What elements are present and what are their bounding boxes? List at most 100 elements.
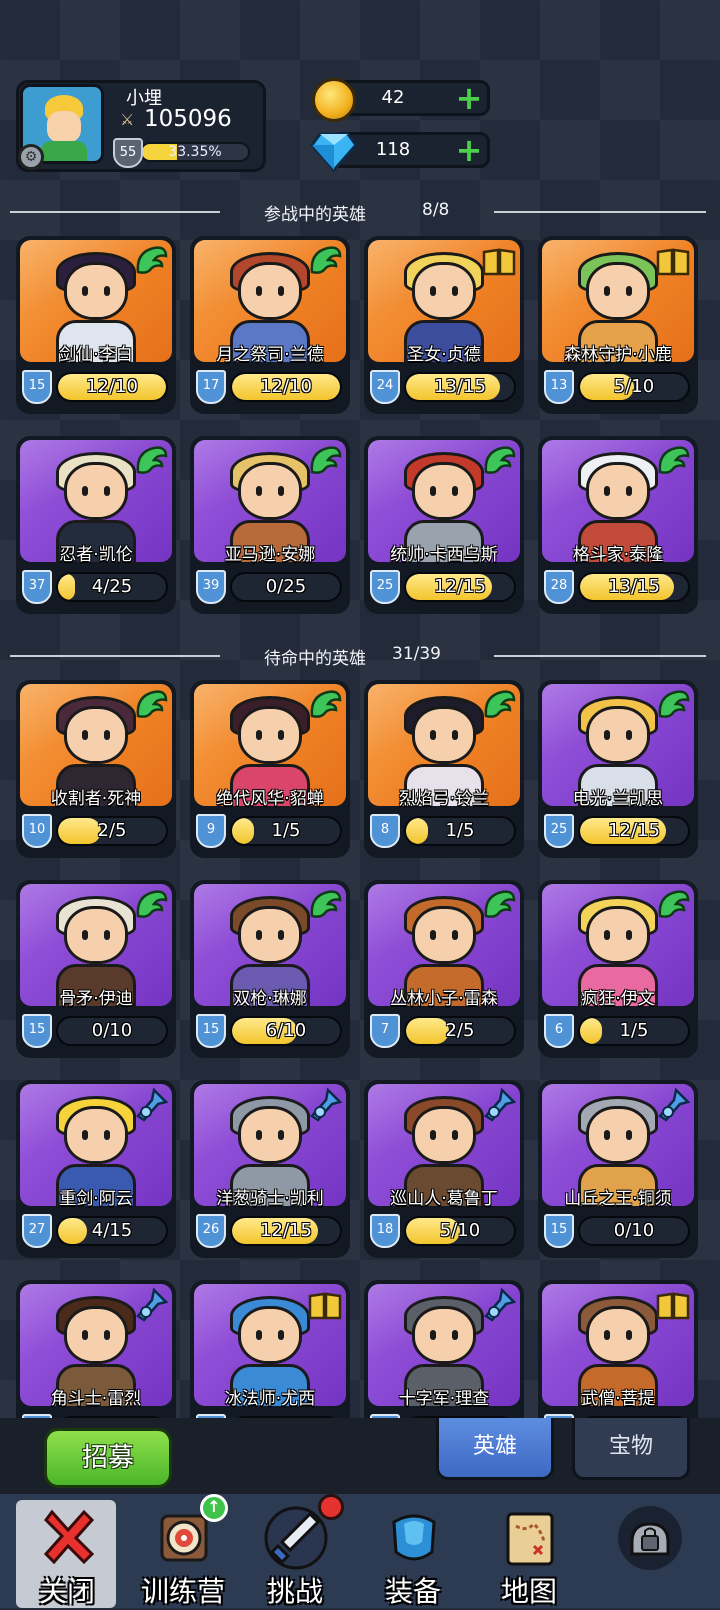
standby-hero-grid[interactable]: 收割者·死神 10 2/5 绝代风华·貂蝉 9 1/5 烈焰弓·铃兰 8 1/5 电光·兰凯思 25… <box>16 680 708 1418</box>
hero-level-badge: 26 <box>196 1214 226 1248</box>
book-class-icon <box>654 1286 692 1324</box>
hero-card[interactable]: 森林守护·小鹿 13 5/10 <box>538 236 698 414</box>
add-diamond-button[interactable]: + <box>455 134 483 166</box>
recruit-button[interactable]: 招募 <box>44 1428 172 1488</box>
hero-level-badge: 15 <box>544 1214 574 1248</box>
hero-name: 绝代风华·貂蝉 <box>216 789 324 809</box>
hero-card[interactable]: 统帅·卡西乌斯 25 12/15 <box>364 436 524 614</box>
hero-card[interactable]: 冰法师·尤西 <box>190 1280 350 1418</box>
hero-name: 电光·兰凯思 <box>572 789 664 809</box>
hero-card[interactable]: 烈焰弓·铃兰 8 1/5 <box>364 680 524 858</box>
shard-progress-bar: 12/10 <box>230 372 342 402</box>
nav-challenge-label: 挑战 <box>266 1575 323 1608</box>
standby-section-title: 待命中的英雄 <box>264 649 366 669</box>
hero-card[interactable]: 收割者·死神 10 2/5 <box>16 680 176 858</box>
shard-progress-text: 4/15 <box>91 1220 133 1241</box>
shard-progress-text: 0/10 <box>613 1220 655 1241</box>
potion-class-icon <box>480 1086 518 1124</box>
shard-progress-bar: 0/25 <box>230 572 342 602</box>
nav-equipment[interactable]: 装备 <box>358 1500 468 1608</box>
hero-level-badge: 15 <box>196 1014 226 1048</box>
hero-level-badge: 25 <box>544 814 574 848</box>
lock-icon <box>618 1506 682 1570</box>
wing-class-icon <box>132 442 170 480</box>
book-class-icon <box>480 242 518 280</box>
hero-name: 武僧·菩提 <box>581 1389 655 1409</box>
potion-class-icon <box>132 1286 170 1324</box>
shard-progress-text: 12/15 <box>434 576 486 597</box>
shard-progress-text: 0/10 <box>91 1020 133 1041</box>
hero-card[interactable]: 格斗家·泰隆 28 13/15 <box>538 436 698 614</box>
wing-class-icon <box>306 442 344 480</box>
standby-heroes-header: 待命中的英雄 31/39 <box>0 644 720 669</box>
tab-treasure[interactable]: 宝物 <box>572 1418 690 1480</box>
shard-progress-text: 12/10 <box>86 376 138 397</box>
hero-card[interactable]: 十字军·理查 <box>364 1280 524 1418</box>
hero-level-badge: 6 <box>544 1014 574 1048</box>
hero-card[interactable]: 电光·兰凯思 25 12/15 <box>538 680 698 858</box>
book-class-icon <box>306 1286 344 1324</box>
shard-progress-text: 13/15 <box>434 376 486 397</box>
shard-progress-text: 12/15 <box>608 820 660 841</box>
hero-level-badge: 25 <box>370 570 400 604</box>
hero-card[interactable]: 洋葱骑士·凯利 26 12/15 <box>190 1080 350 1258</box>
hero-card[interactable]: 剑仙·李白 15 12/10 <box>16 236 176 414</box>
hero-name: 角斗士·雷烈 <box>50 1389 142 1409</box>
hero-level-badge: 39 <box>196 570 226 604</box>
hero-card[interactable]: 丛林小子·雷森 7 2/5 <box>364 880 524 1058</box>
hero-name: 骨矛·伊迪 <box>59 989 133 1009</box>
hero-card[interactable]: 巡山人·葛鲁丁 18 5/10 <box>364 1080 524 1258</box>
shard-progress-bar: 2/5 <box>56 816 168 846</box>
hero-card[interactable]: 圣女·贞德 24 13/15 <box>364 236 524 414</box>
hero-name: 月之祭司·兰德 <box>216 345 324 365</box>
hero-card[interactable]: 疯狂·伊文 6 1/5 <box>538 880 698 1058</box>
shard-progress-text: 0/25 <box>265 576 307 597</box>
hero-level-badge: 15 <box>22 370 52 404</box>
settings-gear-icon[interactable]: ⚙ <box>18 144 44 170</box>
hero-card[interactable]: 重剑·阿云 27 4/15 <box>16 1080 176 1258</box>
hero-card[interactable]: 骨矛·伊迪 15 0/10 <box>16 880 176 1058</box>
shard-progress-text: 2/5 <box>445 1020 475 1041</box>
hero-card[interactable]: 绝代风华·貂蝉 9 1/5 <box>190 680 350 858</box>
tab-heroes[interactable]: 英雄 <box>436 1418 554 1480</box>
shard-progress-text: 1/5 <box>271 820 301 841</box>
shard-progress-text: 5/10 <box>439 1220 481 1241</box>
hero-name: 山丘之王·铜须 <box>564 1189 672 1209</box>
close-icon <box>43 1509 95 1565</box>
hero-card[interactable]: 亚马逊·安娜 39 0/25 <box>190 436 350 614</box>
add-gold-button[interactable]: + <box>455 82 483 114</box>
shard-progress-bar: 5/10 <box>578 372 690 402</box>
shard-progress-bar: 6/10 <box>230 1016 342 1046</box>
shard-progress-bar: 0/10 <box>56 1016 168 1046</box>
hero-card[interactable]: 双枪·琳娜 15 6/10 <box>190 880 350 1058</box>
wing-class-icon <box>654 442 692 480</box>
shard-progress-bar: 4/25 <box>56 572 168 602</box>
hero-level-badge: 18 <box>370 1214 400 1248</box>
hero-name: 格斗家·泰隆 <box>572 545 664 565</box>
nav-locked[interactable] <box>594 1500 704 1608</box>
nav-map[interactable]: 地图 <box>474 1500 584 1608</box>
hero-name: 收割者·死神 <box>50 789 142 809</box>
hero-card[interactable]: 月之祭司·兰德 17 12/10 <box>190 236 350 414</box>
potion-class-icon <box>132 1086 170 1124</box>
exp-percent: 33.35% <box>168 144 222 160</box>
hero-card[interactable]: 山丘之王·铜须 15 0/10 <box>538 1080 698 1258</box>
hero-level-badge: 28 <box>544 570 574 604</box>
shard-progress-bar: 1/5 <box>404 816 516 846</box>
hero-level-badge: 27 <box>22 1214 52 1248</box>
shard-progress-text: 12/15 <box>260 1220 312 1241</box>
hero-card[interactable]: 武僧·菩提 <box>538 1280 698 1418</box>
hero-card[interactable]: 角斗士·雷烈 <box>16 1280 176 1418</box>
hero-name: 冰法师·尤西 <box>224 1389 316 1409</box>
wing-class-icon <box>306 242 344 280</box>
map-icon <box>506 1512 554 1566</box>
active-section-count: 8/8 <box>422 200 450 220</box>
shard-progress-text: 13/15 <box>608 576 660 597</box>
potion-class-icon <box>306 1086 344 1124</box>
standby-section-count: 31/39 <box>392 644 441 664</box>
wing-class-icon <box>480 442 518 480</box>
hero-card[interactable]: 忍者·凯伦 37 4/25 <box>16 436 176 614</box>
shard-progress-text: 2/5 <box>97 820 127 841</box>
nav-close[interactable]: 关闭 <box>12 1500 122 1608</box>
hero-name: 丛林小子·雷森 <box>390 989 498 1009</box>
